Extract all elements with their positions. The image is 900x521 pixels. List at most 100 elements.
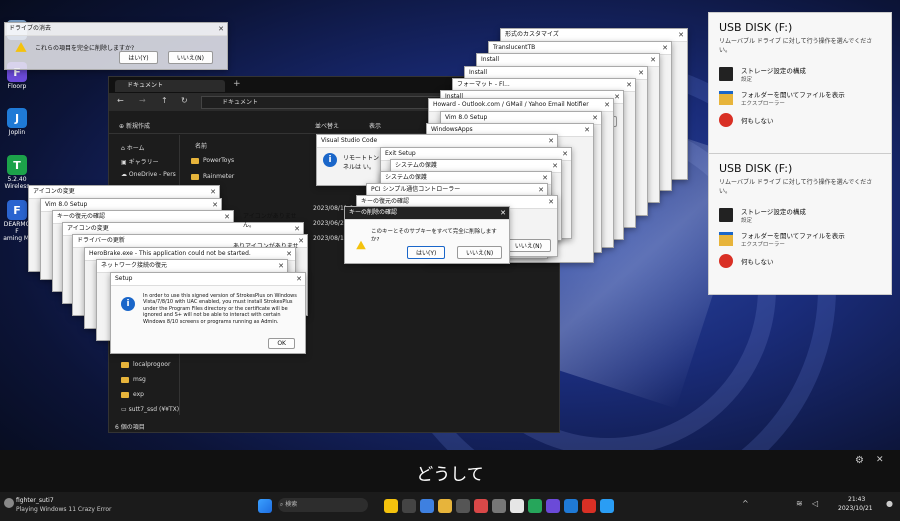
close-icon[interactable]: ✕ — [662, 42, 668, 54]
taskbar-app-icon[interactable] — [546, 499, 560, 513]
joplin-icon: J — [7, 108, 27, 128]
taskbar-app-icon[interactable] — [510, 499, 524, 513]
no-button[interactable]: いいえ(N) — [505, 239, 551, 252]
dialog-message: In order to use this signed version of S… — [143, 293, 297, 325]
clock-time[interactable]: 21:43 — [848, 496, 865, 503]
yes-button[interactable]: はい(Y) — [407, 246, 446, 259]
clock-date[interactable]: 2023/10/21 — [838, 505, 873, 512]
sidebar-item[interactable]: exp — [121, 391, 144, 398]
search-box[interactable]: ⌕ 検索 — [278, 498, 368, 512]
taskbar-app-icon[interactable] — [456, 499, 470, 513]
no-entry-icon — [719, 113, 733, 127]
close-icon[interactable]: ✕ — [278, 260, 284, 272]
taskbar-app-icon[interactable] — [438, 499, 452, 513]
close-icon[interactable]: ✕ — [218, 23, 224, 35]
dialog-title: ドライバーの更新 — [77, 237, 125, 244]
dialog-title: キーの復元の確認 — [57, 213, 106, 220]
volume-icon[interactable]: ◁ — [812, 499, 818, 508]
close-icon[interactable]: ✕ — [552, 160, 558, 172]
gear-icon[interactable]: ⚙ — [855, 455, 864, 466]
chevron-up-icon[interactable]: ^ — [742, 499, 749, 508]
close-icon[interactable]: ✕ — [296, 273, 302, 285]
dialog-title: ドライブの消去 — [9, 25, 52, 32]
yes-button[interactable]: はい(Y) — [119, 51, 158, 64]
sidebar-item[interactable]: localprogoor — [121, 361, 170, 368]
taskbar-app-icon[interactable] — [528, 499, 542, 513]
start-button[interactable] — [258, 499, 272, 513]
up-arrow-icon[interactable]: ↑ — [161, 96, 168, 105]
storage-icon — [719, 67, 733, 81]
close-icon[interactable]: ✕ — [584, 124, 590, 136]
close-icon[interactable]: ✕ — [678, 29, 684, 41]
forward-arrow-icon[interactable]: → — [139, 96, 146, 105]
usb-panel-title: USB DISK (F:) — [719, 21, 793, 34]
usb-option-storage[interactable]: ストレージ設定の構成 設定 — [709, 203, 891, 227]
back-arrow-icon[interactable]: ← — [117, 96, 124, 105]
no-button[interactable]: いいえ(N) — [167, 51, 213, 64]
close-icon[interactable]: ✕ — [562, 148, 568, 160]
usb-option-label: フォルダーを開いてファイルを表示 — [741, 91, 845, 99]
refresh-icon[interactable]: ↻ — [181, 96, 188, 105]
sidebar-item-onedrive[interactable]: ☁ OneDrive - Pers — [121, 171, 176, 178]
close-icon[interactable]: ✕ — [548, 135, 554, 147]
dialog-title: システムの保護 — [395, 162, 437, 169]
usb-option-do-nothing[interactable]: 何もしない — [709, 110, 891, 130]
close-icon[interactable]: ✕ — [548, 196, 554, 208]
dearmo-icon: F — [7, 200, 27, 220]
sidebar-item-label: msg — [133, 376, 146, 383]
new-button[interactable]: ⊕ 新規作成 — [119, 121, 150, 130]
dialog-buttons: はい(Y) いいえ(N) — [119, 51, 213, 64]
close-icon[interactable]: ✕ — [614, 91, 620, 103]
wireless-app-icon: T — [7, 155, 27, 175]
dialog-title: Install — [481, 56, 500, 63]
column-header-name[interactable]: 名前 — [195, 141, 207, 150]
dialog-title: アイコンの変更 — [67, 225, 109, 232]
new-tab-icon[interactable]: + — [233, 79, 241, 89]
sidebar-item[interactable]: ▭ sutt7_ssd (¥¥TX) — [121, 406, 179, 413]
list-item[interactable]: PowerToys — [191, 157, 234, 164]
taskbar-app-icon[interactable] — [384, 499, 398, 513]
setup-dialog: Setup ✕ i In order to use this signed ver… — [110, 272, 306, 354]
close-icon[interactable]: ✕ — [500, 207, 506, 219]
new-button-label: 新規作成 — [125, 123, 150, 130]
dialog-titlebar: ドライブの消去 ✕ — [5, 23, 227, 36]
wifi-icon[interactable]: ≋ — [796, 499, 803, 508]
sidebar-item-label: ギャラリー — [128, 159, 159, 166]
taskbar-app-icon[interactable] — [600, 499, 614, 513]
list-item-label: PowerToys — [203, 157, 235, 164]
sidebar-item-label: localprogoor — [133, 361, 171, 368]
no-button[interactable]: いいえ(N) — [457, 246, 503, 259]
usb-option-open-folder[interactable]: フォルダーを開いてファイルを表示 エクスプローラー — [709, 86, 891, 110]
usb-option-storage[interactable]: ストレージ設定の構成 設定 — [709, 62, 891, 86]
view-button[interactable]: 表示 — [369, 121, 381, 130]
taskbar-app-icon[interactable] — [492, 499, 506, 513]
avatar — [4, 498, 14, 508]
taskbar-app-icon[interactable] — [582, 499, 596, 513]
close-icon[interactable]: ✕ — [626, 79, 632, 91]
usb-option-open-folder[interactable]: フォルダーを開いてファイルを表示 エクスプローラー — [709, 227, 891, 251]
explorer-tab[interactable]: ドキュメント — [115, 80, 225, 92]
close-icon[interactable]: ✕ — [604, 99, 610, 111]
taskbar-app-icon[interactable] — [420, 499, 434, 513]
close-icon[interactable]: ✕ — [876, 455, 884, 465]
dialog-title: TranslucentTB — [493, 44, 536, 51]
usb-option-do-nothing[interactable]: 何もしない — [709, 251, 891, 271]
notification-icon[interactable]: ● — [886, 499, 893, 508]
taskbar-app-icon[interactable] — [474, 499, 488, 513]
sidebar-item-home[interactable]: ⌂ ホーム — [121, 143, 145, 152]
taskbar-app-icon[interactable] — [564, 499, 578, 513]
close-icon[interactable]: ✕ — [210, 186, 216, 198]
no-entry-icon — [719, 254, 733, 268]
sidebar-item-gallery[interactable]: ▣ ギャラリー — [121, 157, 159, 166]
sort-button[interactable]: 並べ替え — [315, 121, 339, 130]
taskbar-app-icon[interactable] — [402, 499, 416, 513]
dialog-title: Setup — [115, 275, 133, 282]
sidebar-item-label: sutt7_ssd (¥¥TX) — [128, 406, 180, 413]
warning-icon — [15, 42, 27, 52]
close-icon[interactable]: ✕ — [638, 67, 644, 79]
desktop-icon-joplin[interactable]: J Joplin — [2, 108, 32, 136]
list-item[interactable]: Rainmeter — [191, 173, 234, 180]
ok-button[interactable]: OK — [268, 338, 295, 349]
sidebar-item[interactable]: msg — [121, 376, 146, 383]
close-icon[interactable]: ✕ — [650, 54, 656, 66]
